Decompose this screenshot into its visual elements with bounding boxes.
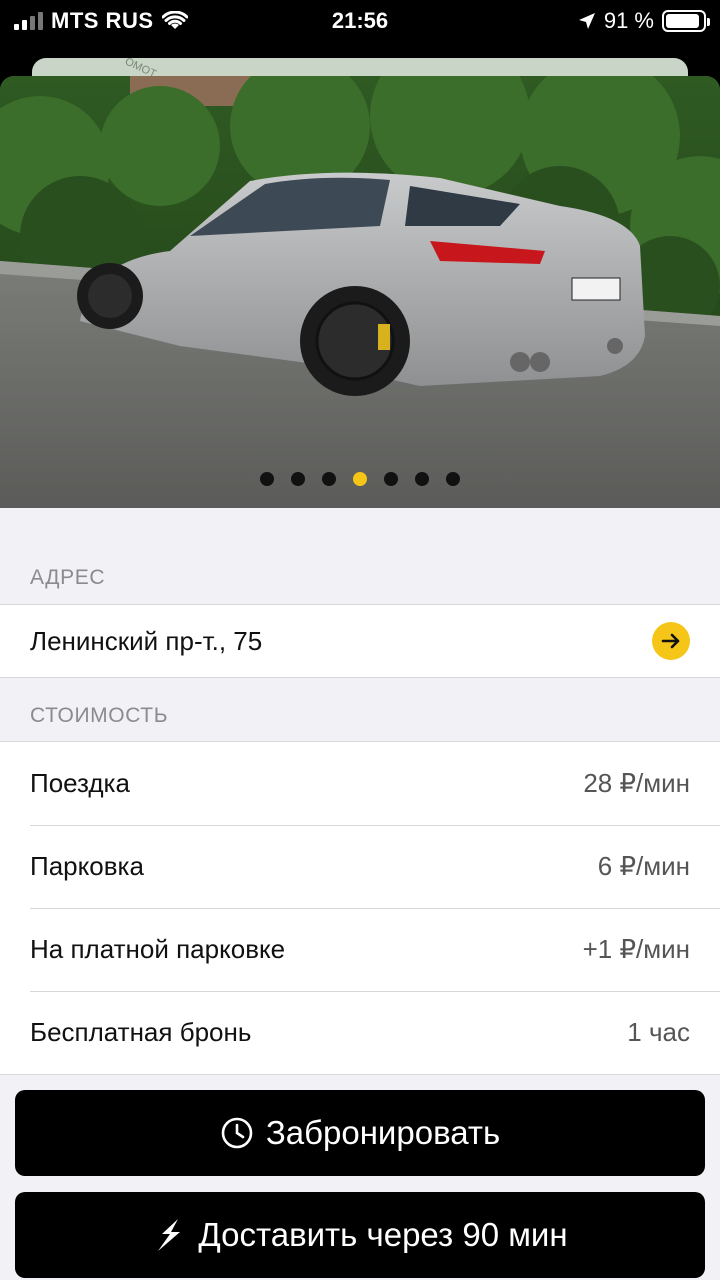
status-bar: MTS RUS 21:56 91 % [0,0,720,44]
price-row-parking: Парковка 6 ₽/мин [0,825,720,908]
price-value: 1 час [627,1017,690,1047]
address-value: Ленинский пр-т., 75 [30,625,263,656]
address-section: Ленинский пр-т., 75 [0,604,720,678]
gallery-dot[interactable] [322,472,336,486]
clock-icon [221,1117,253,1149]
price-label: Поездка [30,768,130,798]
gallery-page-indicator[interactable] [0,472,720,486]
location-arrow-icon [578,13,595,29]
car-photo [0,76,720,508]
car-details-sheet: АДРЕС Ленинский пр-т., 75 СТОИМОСТЬ Поез… [0,508,720,1280]
address-header: АДРЕС [30,566,106,589]
address-row[interactable]: Ленинский пр-т., 75 [0,605,720,677]
price-row-paid-parking: На платной парковке +1 ₽/мин [0,908,720,991]
battery-percent: 91 % [603,8,654,33]
arrow-right-icon [661,633,680,649]
price-value: +1 ₽/мин [582,934,690,964]
gallery-dot[interactable] [260,472,274,486]
gallery-dot[interactable] [384,472,398,486]
car-photo-gallery[interactable] [0,76,720,508]
gallery-dot[interactable] [446,472,460,486]
gallery-dot[interactable] [291,472,305,486]
price-value: 28 ₽/мин [583,768,690,798]
gallery-dot[interactable] [353,472,367,486]
book-button[interactable]: Забронировать [15,1090,705,1176]
deliver-button[interactable]: Доставить через 90 мин [15,1192,705,1278]
price-value: 6 ₽/мин [597,851,690,881]
price-row-free-booking: Бесплатная бронь 1 час [0,991,720,1074]
price-row-trip: Поездка 28 ₽/мин [0,742,720,825]
price-label: Бесплатная бронь [30,1017,252,1047]
price-label: Парковка [30,851,144,881]
battery-icon [662,10,710,32]
deliver-button-label: Доставить через 90 мин [198,1216,568,1253]
book-button-label: Забронировать [265,1114,501,1151]
pricing-section: Поездка 28 ₽/мин Парковка 6 ₽/мин На пла… [0,741,720,1075]
price-label: На платной парковке [30,934,286,964]
gallery-dot[interactable] [415,472,429,486]
route-arrow-button[interactable] [652,622,690,660]
lightning-icon [158,1219,181,1251]
pricing-header: СТОИМОСТЬ [30,704,169,727]
